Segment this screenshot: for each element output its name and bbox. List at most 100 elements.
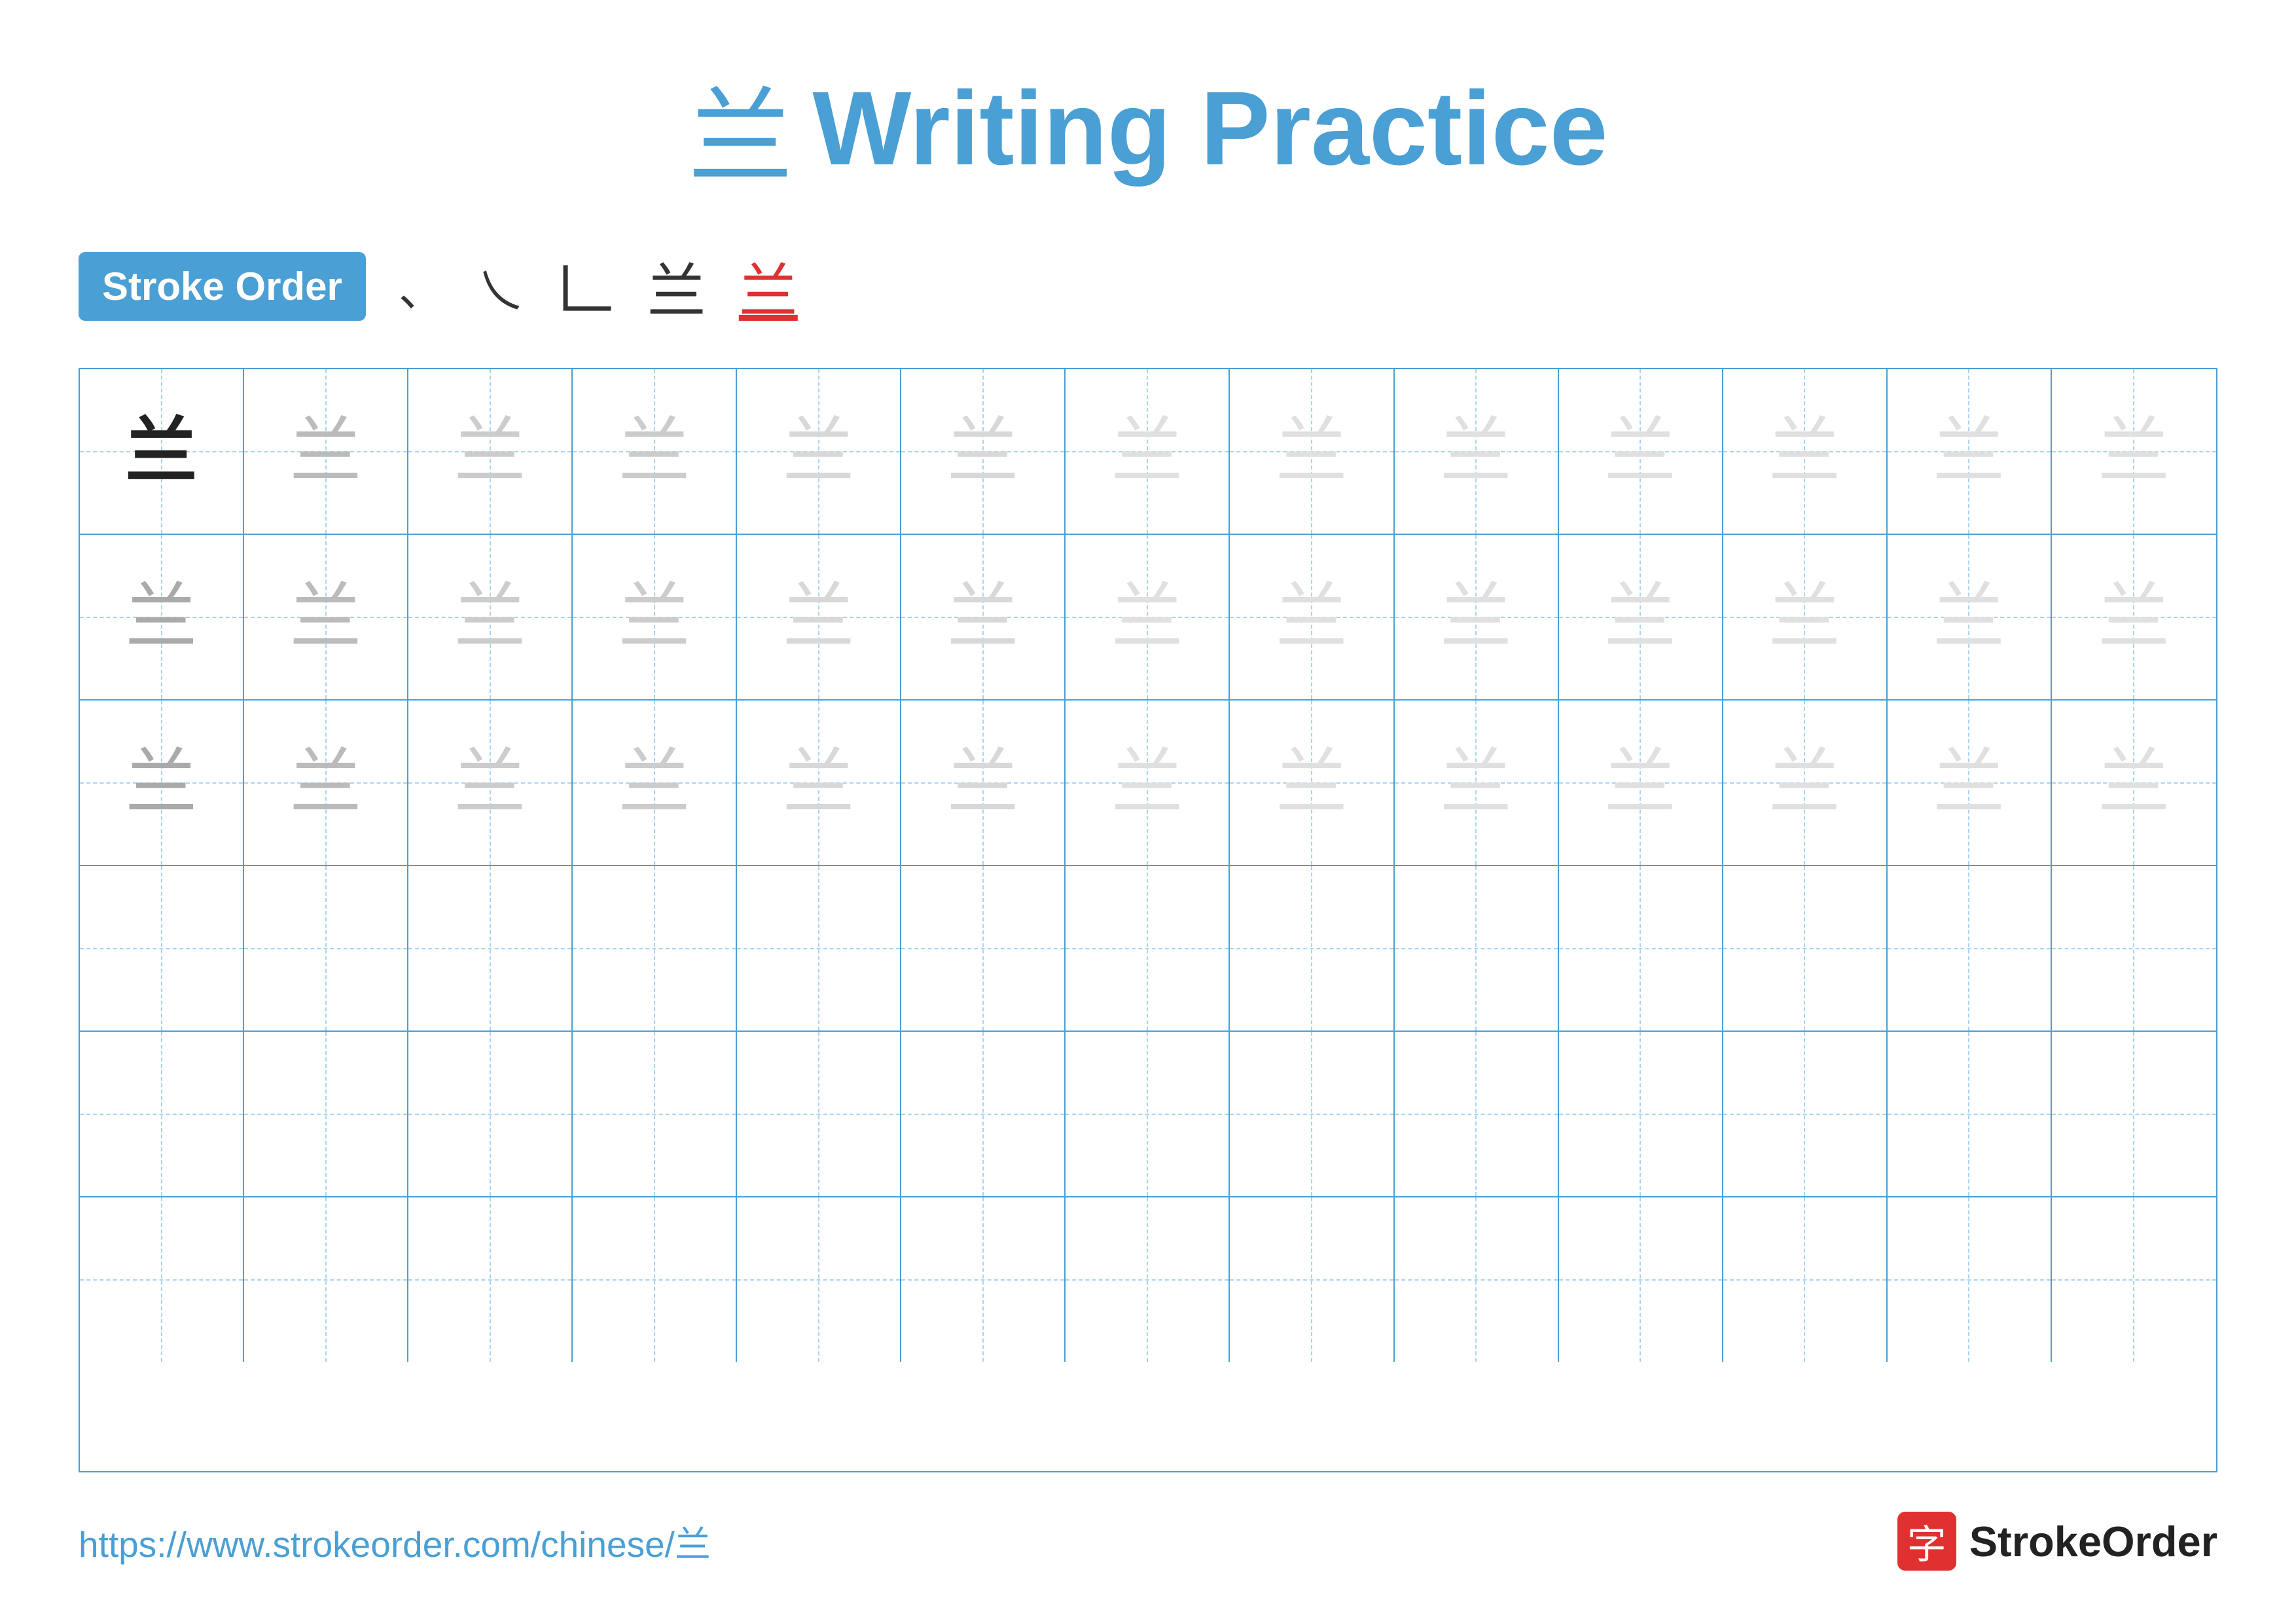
grid-cell[interactable] <box>573 1197 737 1362</box>
grid-cell[interactable] <box>737 1032 901 1196</box>
grid-cell[interactable]: 兰 <box>1888 701 2052 865</box>
practice-char: 兰 <box>454 747 526 819</box>
grid-cell[interactable] <box>737 866 901 1030</box>
grid-cell[interactable] <box>408 1197 573 1362</box>
grid-cell[interactable]: 兰 <box>1723 701 1888 865</box>
grid-cell[interactable]: 兰 <box>1066 369 1230 534</box>
grid-cell[interactable] <box>2052 1032 2216 1196</box>
grid-cell[interactable] <box>1888 866 2052 1030</box>
practice-char: 兰 <box>126 747 198 819</box>
footer: https://www.strokeorder.com/chinese/兰 字 … <box>79 1512 2217 1571</box>
grid-cell[interactable]: 兰 <box>1888 369 2052 534</box>
title-character: 兰 <box>688 52 793 204</box>
grid-cell[interactable]: 兰 <box>408 535 573 699</box>
grid-cell[interactable] <box>573 866 737 1030</box>
grid-cell[interactable]: 兰 <box>1395 369 1559 534</box>
grid-cell[interactable] <box>1888 1197 2052 1362</box>
grid-cell[interactable] <box>1559 1197 1723 1362</box>
grid-cell[interactable] <box>2052 1197 2216 1362</box>
grid-cell[interactable]: 兰 <box>80 701 244 865</box>
grid-cell[interactable]: 兰 <box>244 369 408 534</box>
grid-cell[interactable] <box>80 1197 244 1362</box>
grid-cell[interactable] <box>408 866 573 1030</box>
grid-cell[interactable] <box>2052 866 2216 1030</box>
grid-cell[interactable] <box>1559 866 1723 1030</box>
grid-cell[interactable] <box>901 1032 1066 1196</box>
grid-cell[interactable] <box>1066 1197 1230 1362</box>
grid-cell[interactable]: 兰 <box>2052 535 2216 699</box>
grid-cell[interactable] <box>1395 1032 1559 1196</box>
footer-url: https://www.strokeorder.com/chinese/兰 <box>79 1515 711 1567</box>
grid-cell[interactable]: 兰 <box>573 701 737 865</box>
grid-cell[interactable] <box>1230 866 1394 1030</box>
practice-char: 兰 <box>126 416 198 488</box>
grid-cell[interactable] <box>1230 1032 1394 1196</box>
grid-cell[interactable]: 兰 <box>408 701 573 865</box>
grid-cell[interactable]: 兰 <box>737 369 901 534</box>
grid-cell[interactable] <box>1066 866 1230 1030</box>
practice-char: 兰 <box>783 747 855 819</box>
grid-cell[interactable]: 兰 <box>573 369 737 534</box>
grid-cell[interactable]: 兰 <box>737 535 901 699</box>
practice-char: 兰 <box>1604 581 1676 653</box>
grid-cell[interactable] <box>1888 1032 2052 1196</box>
grid-cell[interactable]: 兰 <box>901 369 1066 534</box>
grid-cell[interactable]: 兰 <box>1723 535 1888 699</box>
grid-cell[interactable] <box>1066 1032 1230 1196</box>
grid-cell[interactable] <box>1723 1032 1888 1196</box>
grid-cell[interactable]: 兰 <box>737 701 901 865</box>
grid-cell[interactable] <box>1395 1197 1559 1362</box>
grid-cell[interactable]: 兰 <box>80 369 244 534</box>
practice-char: 兰 <box>290 581 362 653</box>
grid-cell[interactable] <box>737 1197 901 1362</box>
grid-cell[interactable]: 兰 <box>901 701 1066 865</box>
practice-grid: 兰兰兰兰兰兰兰兰兰兰兰兰兰兰兰兰兰兰兰兰兰兰兰兰兰兰兰兰兰兰兰兰兰兰兰兰兰兰兰 <box>79 368 2217 1472</box>
grid-cell[interactable] <box>80 866 244 1030</box>
grid-cell[interactable] <box>901 1197 1066 1362</box>
grid-cell[interactable] <box>80 1032 244 1196</box>
grid-row <box>80 866 2216 1032</box>
practice-char: 兰 <box>290 416 362 488</box>
practice-char: 兰 <box>126 581 198 653</box>
grid-cell[interactable]: 兰 <box>1395 701 1559 865</box>
grid-cell[interactable]: 兰 <box>1723 369 1888 534</box>
grid-cell[interactable]: 兰 <box>1559 535 1723 699</box>
grid-cell[interactable]: 兰 <box>1395 535 1559 699</box>
grid-cell[interactable]: 兰 <box>1230 369 1394 534</box>
grid-cell[interactable]: 兰 <box>1066 535 1230 699</box>
grid-cell[interactable]: 兰 <box>901 535 1066 699</box>
grid-cell[interactable]: 兰 <box>2052 369 2216 534</box>
grid-cell[interactable] <box>244 1197 408 1362</box>
grid-cell[interactable]: 兰 <box>244 535 408 699</box>
practice-char: 兰 <box>783 581 855 653</box>
logo-text: StrokeOrder <box>1969 1517 2217 1566</box>
grid-cell[interactable] <box>1723 1197 1888 1362</box>
practice-char: 兰 <box>947 747 1019 819</box>
grid-cell[interactable]: 兰 <box>408 369 573 534</box>
grid-cell[interactable]: 兰 <box>573 535 737 699</box>
grid-cell[interactable] <box>573 1032 737 1196</box>
grid-cell[interactable] <box>901 866 1066 1030</box>
grid-cell[interactable] <box>1395 866 1559 1030</box>
grid-cell[interactable]: 兰 <box>1230 701 1394 865</box>
grid-cell[interactable]: 兰 <box>1888 535 2052 699</box>
practice-char: 兰 <box>1440 747 1512 819</box>
practice-char: 兰 <box>619 581 691 653</box>
grid-cell[interactable] <box>1559 1032 1723 1196</box>
stroke-order-badge: Stroke Order <box>79 252 366 321</box>
grid-cell[interactable] <box>244 1032 408 1196</box>
practice-char: 兰 <box>947 581 1019 653</box>
grid-cell[interactable]: 兰 <box>1230 535 1394 699</box>
grid-cell[interactable]: 兰 <box>1559 369 1723 534</box>
footer-logo: 字 StrokeOrder <box>1897 1512 2217 1571</box>
grid-cell[interactable] <box>1230 1197 1394 1362</box>
grid-cell[interactable]: 兰 <box>2052 701 2216 865</box>
grid-cell[interactable]: 兰 <box>244 701 408 865</box>
grid-cell[interactable] <box>1723 866 1888 1030</box>
grid-cell[interactable]: 兰 <box>80 535 244 699</box>
grid-cell[interactable] <box>408 1032 573 1196</box>
grid-cell[interactable]: 兰 <box>1066 701 1230 865</box>
grid-cell[interactable]: 兰 <box>1559 701 1723 865</box>
grid-cell[interactable] <box>244 866 408 1030</box>
practice-char: 兰 <box>947 416 1019 488</box>
